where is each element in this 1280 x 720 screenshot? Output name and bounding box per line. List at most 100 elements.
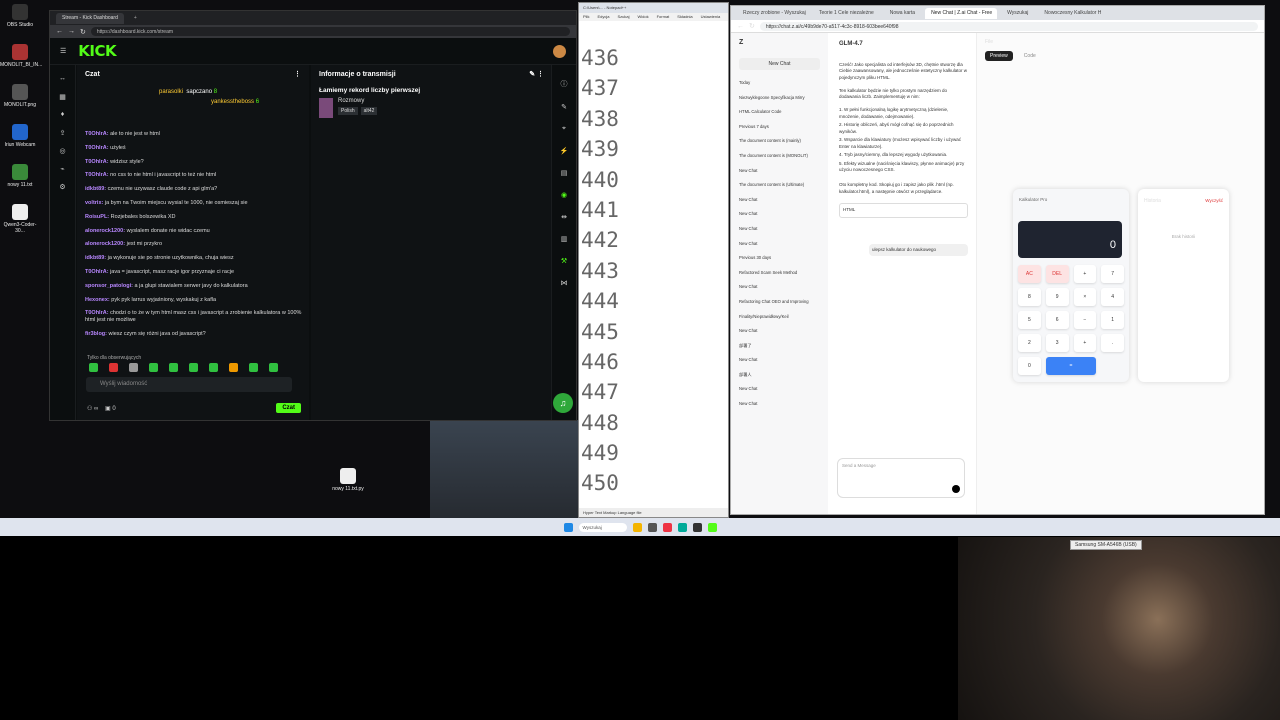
emote-icon[interactable] [89, 363, 98, 372]
new-tab-button[interactable]: + [128, 13, 143, 24]
sidebar-chat-item[interactable]: New Chat [731, 237, 828, 252]
chat-username[interactable]: Hexonex: [85, 297, 110, 303]
app-icon[interactable] [647, 522, 657, 532]
panel-tab[interactable]: File [977, 33, 1264, 51]
chat-username[interactable]: T0OhIrA: [85, 159, 109, 165]
message-input[interactable]: Send a Message [837, 458, 965, 498]
desktop-icon[interactable]: Iriun Webcam [0, 124, 40, 148]
bolt-icon[interactable]: ⚡ [552, 147, 576, 155]
sidebar-chat-item[interactable]: Refactored Scam Seek Method [731, 266, 828, 281]
desktop-icon[interactable]: MONOLIT_BI_IN... [0, 44, 42, 68]
pen-icon[interactable]: ✎ [552, 103, 576, 111]
desktop-icon[interactable]: nowy 11.txt [0, 164, 40, 188]
sidebar-chat-item[interactable]: 部署人 [731, 368, 828, 383]
start-icon[interactable] [563, 522, 573, 532]
emote-icon[interactable] [229, 363, 238, 372]
share-icon[interactable]: ⋈ [552, 279, 576, 287]
menu-item[interactable]: Ustawienia [701, 14, 721, 20]
menu-item[interactable]: Plik [583, 14, 589, 20]
chat-username[interactable]: T0OhIrA: [85, 310, 109, 316]
target-icon[interactable]: ◎ [59, 147, 67, 155]
calc-key-button[interactable]: . [1101, 334, 1124, 352]
calc-key-button[interactable]: = [1045, 357, 1097, 375]
calc-key-button[interactable]: + [1073, 265, 1097, 283]
send-icon[interactable] [952, 485, 960, 493]
emote-icon[interactable] [129, 363, 138, 372]
emote-icon[interactable] [109, 363, 118, 372]
new-chat-button[interactable]: New Chat [739, 58, 820, 70]
chat-username[interactable]: RoisuPL: [85, 214, 109, 220]
history-clear-button[interactable]: Wyczyść [1205, 198, 1223, 203]
chat-username[interactable]: T0OhIrA: [85, 172, 109, 178]
emote-icon[interactable] [249, 363, 258, 372]
browser-tab[interactable]: New Chat | Z.ai Chat - Free [925, 7, 998, 19]
reload-icon[interactable]: ↻ [749, 22, 755, 30]
sidebar-chat-item[interactable]: New Chat [731, 280, 828, 295]
trophy-icon[interactable]: ♦ [59, 111, 67, 119]
upload-icon[interactable]: ⇪ [59, 129, 67, 137]
sidebar-chat-item[interactable]: The document content is (MONOLIT) [731, 149, 828, 164]
browser-tab[interactable]: Nowoczesny Kalkulator H [1038, 8, 1107, 19]
avatar[interactable] [553, 44, 566, 58]
sidebar-chat-item[interactable]: New Chat [731, 382, 828, 397]
chat-username[interactable]: fir3blog: [85, 331, 107, 337]
calc-key-button[interactable]: 9 [1045, 288, 1069, 306]
sidebar-chat-item[interactable]: New Chat [731, 164, 828, 179]
kick-tab[interactable]: Stream - Kick Dashboard [56, 12, 124, 24]
crosshair-icon[interactable]: ⌖ [552, 125, 576, 133]
sidebar-chat-item[interactable]: New Chat [731, 193, 828, 208]
tag[interactable]: Polish [338, 107, 358, 115]
headphones-icon[interactable]: ♫ [553, 393, 573, 413]
info-icon[interactable]: ⓘ [552, 79, 576, 89]
chat-username[interactable]: alonerock1200: [85, 241, 125, 247]
calc-key-button[interactable]: − [1073, 311, 1097, 329]
sidebar-chat-item[interactable]: New Chat [731, 353, 828, 368]
calc-key-button[interactable]: DEL [1045, 265, 1069, 283]
browser-tab[interactable]: Nowa karta [884, 8, 921, 19]
code-block[interactable]: HTML [839, 203, 968, 218]
sidebar-chat-item[interactable]: HTML Calculator Code [731, 105, 828, 120]
browser-url[interactable]: https://chat.z.ai/c/49b9de70-a517-4c3c-8… [759, 21, 1258, 31]
chat-username[interactable]: idkbt89: [85, 255, 106, 261]
tag[interactable]: alt42 [360, 107, 378, 115]
sidebar-chat-item[interactable]: Today [731, 76, 828, 91]
menu-item[interactable]: Narzędzia [728, 14, 729, 20]
split-icon[interactable]: ⇹ [552, 213, 576, 221]
reload-icon[interactable]: ↻ [80, 28, 86, 36]
doc-icon[interactable]: ▤ [552, 169, 576, 177]
sidebar-chat-item[interactable]: New Chat [731, 324, 828, 339]
table-icon[interactable]: ▥ [552, 235, 576, 243]
calc-key-button[interactable]: 0 [1018, 357, 1041, 375]
calc-key-button[interactable]: 4 [1101, 288, 1124, 306]
calc-key-button[interactable]: 2 [1018, 334, 1041, 352]
taskbar-search[interactable]: Wyszukaj [578, 522, 627, 532]
sidebar-chat-item[interactable]: Previous 30 days [731, 251, 828, 266]
chat-input[interactable]: Wyślij wiadomość [86, 377, 292, 392]
calc-key-button[interactable]: 8 [1018, 288, 1041, 306]
back-icon[interactable]: ← [737, 23, 744, 30]
menu-item[interactable]: Składnia [677, 14, 692, 20]
kick-url[interactable]: https://dashboard.kick.com/stream [90, 27, 570, 36]
model-name[interactable]: GLM-4.7 [839, 41, 968, 48]
edit-icon[interactable]: ✎ ⋮ [529, 70, 544, 78]
emote-icon[interactable] [149, 363, 158, 372]
sidebar-chat-item[interactable]: Finality/Nieprawidłowy/Keil [731, 310, 828, 325]
sidebar-chat-item[interactable]: New Chat [731, 222, 828, 237]
sidebar-chat-item[interactable]: Previous 7 days [731, 120, 828, 135]
app-icon[interactable] [662, 522, 672, 532]
sidebar-chat-item[interactable]: New Chat [731, 207, 828, 222]
chat-username[interactable]: alonerock1200: [85, 228, 125, 234]
back-icon[interactable]: ← [56, 28, 63, 35]
chat-username[interactable]: sponsor_patologi: [85, 283, 133, 289]
emote-icon[interactable] [169, 363, 178, 372]
calc-key-button[interactable]: AC [1018, 265, 1041, 283]
desktop-icon[interactable]: OBS Studio [0, 4, 40, 28]
tools-icon[interactable]: ⚒ [552, 257, 576, 265]
menu-item[interactable]: Edycja [597, 14, 609, 20]
menu-item[interactable]: Szukaj [617, 14, 629, 20]
desktop-file-icon[interactable]: nowy 11.txt.py [328, 468, 368, 492]
forward-icon[interactable]: → [68, 28, 75, 35]
browser-tab[interactable]: Rzeczy zrobione - Wyszukaj [737, 8, 809, 19]
sidebar-chat-item[interactable]: 部署了 [731, 339, 828, 354]
sidebar-chat-item[interactable]: Niezwyklegoone Specyfikacja Mirry [731, 91, 828, 106]
